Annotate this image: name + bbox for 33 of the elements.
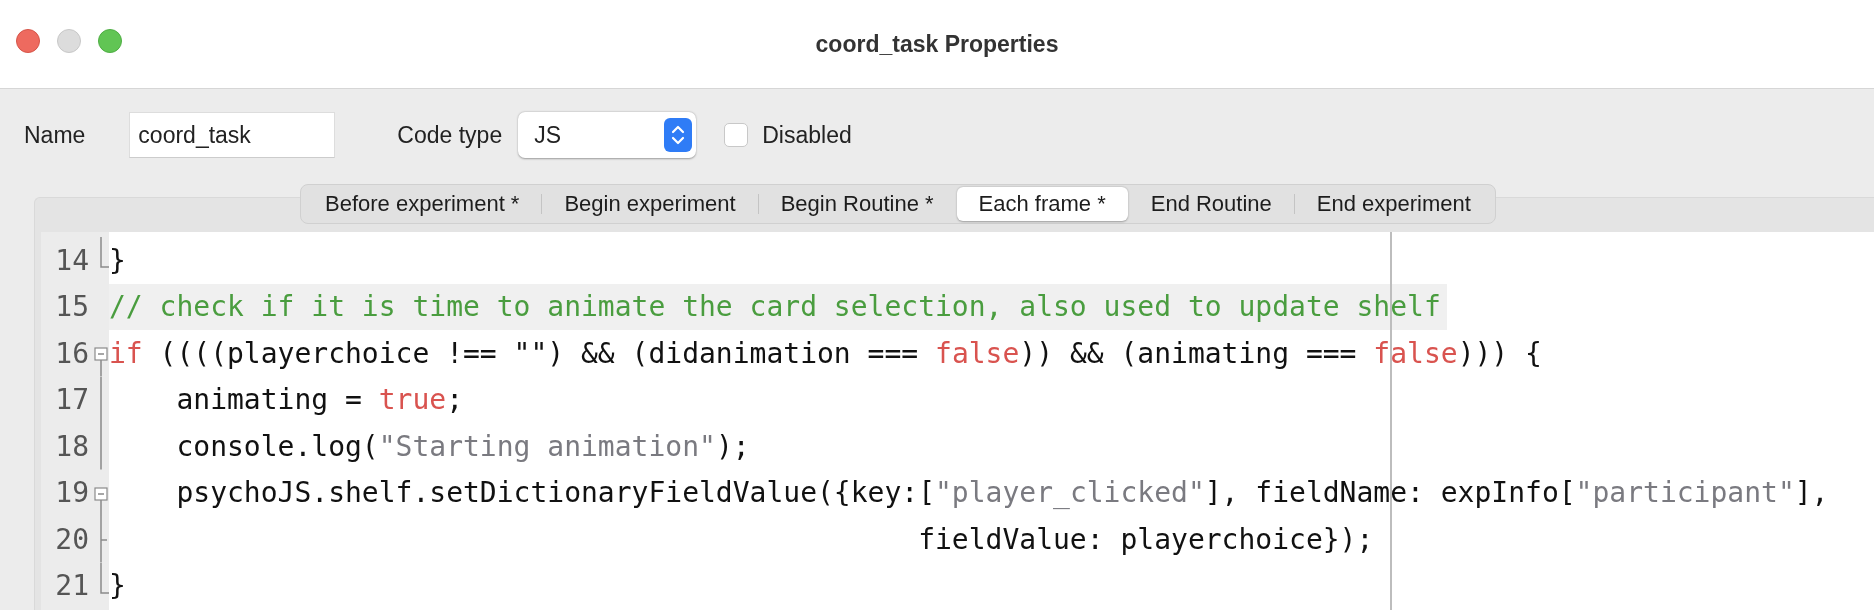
code-line: psychoJS.shelf.setDictionaryFieldValue({key:["player_clicked"], fieldName: expInfo["participant"],: [175, 475, 1829, 512]
window-title: coord_task Properties: [815, 30, 1059, 58]
code-type-select[interactable]: JS: [518, 112, 697, 158]
collapse-icon[interactable]: [94, 347, 108, 377]
line-number: 21: [54, 568, 90, 605]
code-type-label: Code type: [397, 121, 503, 149]
line-number: 16: [54, 335, 90, 372]
code-line: if ((((playerchoice !== "") && (didanimation === false)) && (animating === false))) {: [109, 335, 1542, 372]
name-field[interactable]: coord_task: [129, 112, 336, 158]
stepper-icon: [664, 118, 693, 152]
code-line: }: [109, 568, 126, 605]
tab[interactable]: End experiment: [1294, 187, 1493, 221]
line-number: 19: [54, 475, 90, 512]
name-label: Name: [24, 121, 86, 149]
tab[interactable]: Begin experiment: [542, 187, 758, 221]
code-editor[interactable]: [41, 232, 1874, 610]
code-line: }: [109, 242, 126, 279]
line-number: 18: [54, 428, 90, 465]
line-number: 20: [54, 521, 90, 558]
tab[interactable]: End Routine: [1128, 187, 1294, 221]
code-line: fieldValue: playerchoice});: [917, 521, 1374, 558]
close-button[interactable]: [16, 29, 40, 53]
tab[interactable]: Begin Routine *: [758, 187, 956, 221]
tab[interactable]: Each frame *: [956, 187, 1128, 221]
minimize-button[interactable]: [57, 29, 81, 53]
code-line: animating = true;: [175, 382, 463, 419]
line-number: 14: [54, 242, 90, 279]
code-line: console.log("Starting animation");: [175, 428, 750, 465]
line-number: 17: [54, 382, 90, 419]
line-number: 15: [54, 289, 90, 326]
tab[interactable]: Before experiment *: [303, 187, 542, 221]
zoom-button[interactable]: [98, 29, 122, 53]
collapse-icon[interactable]: [94, 486, 108, 516]
